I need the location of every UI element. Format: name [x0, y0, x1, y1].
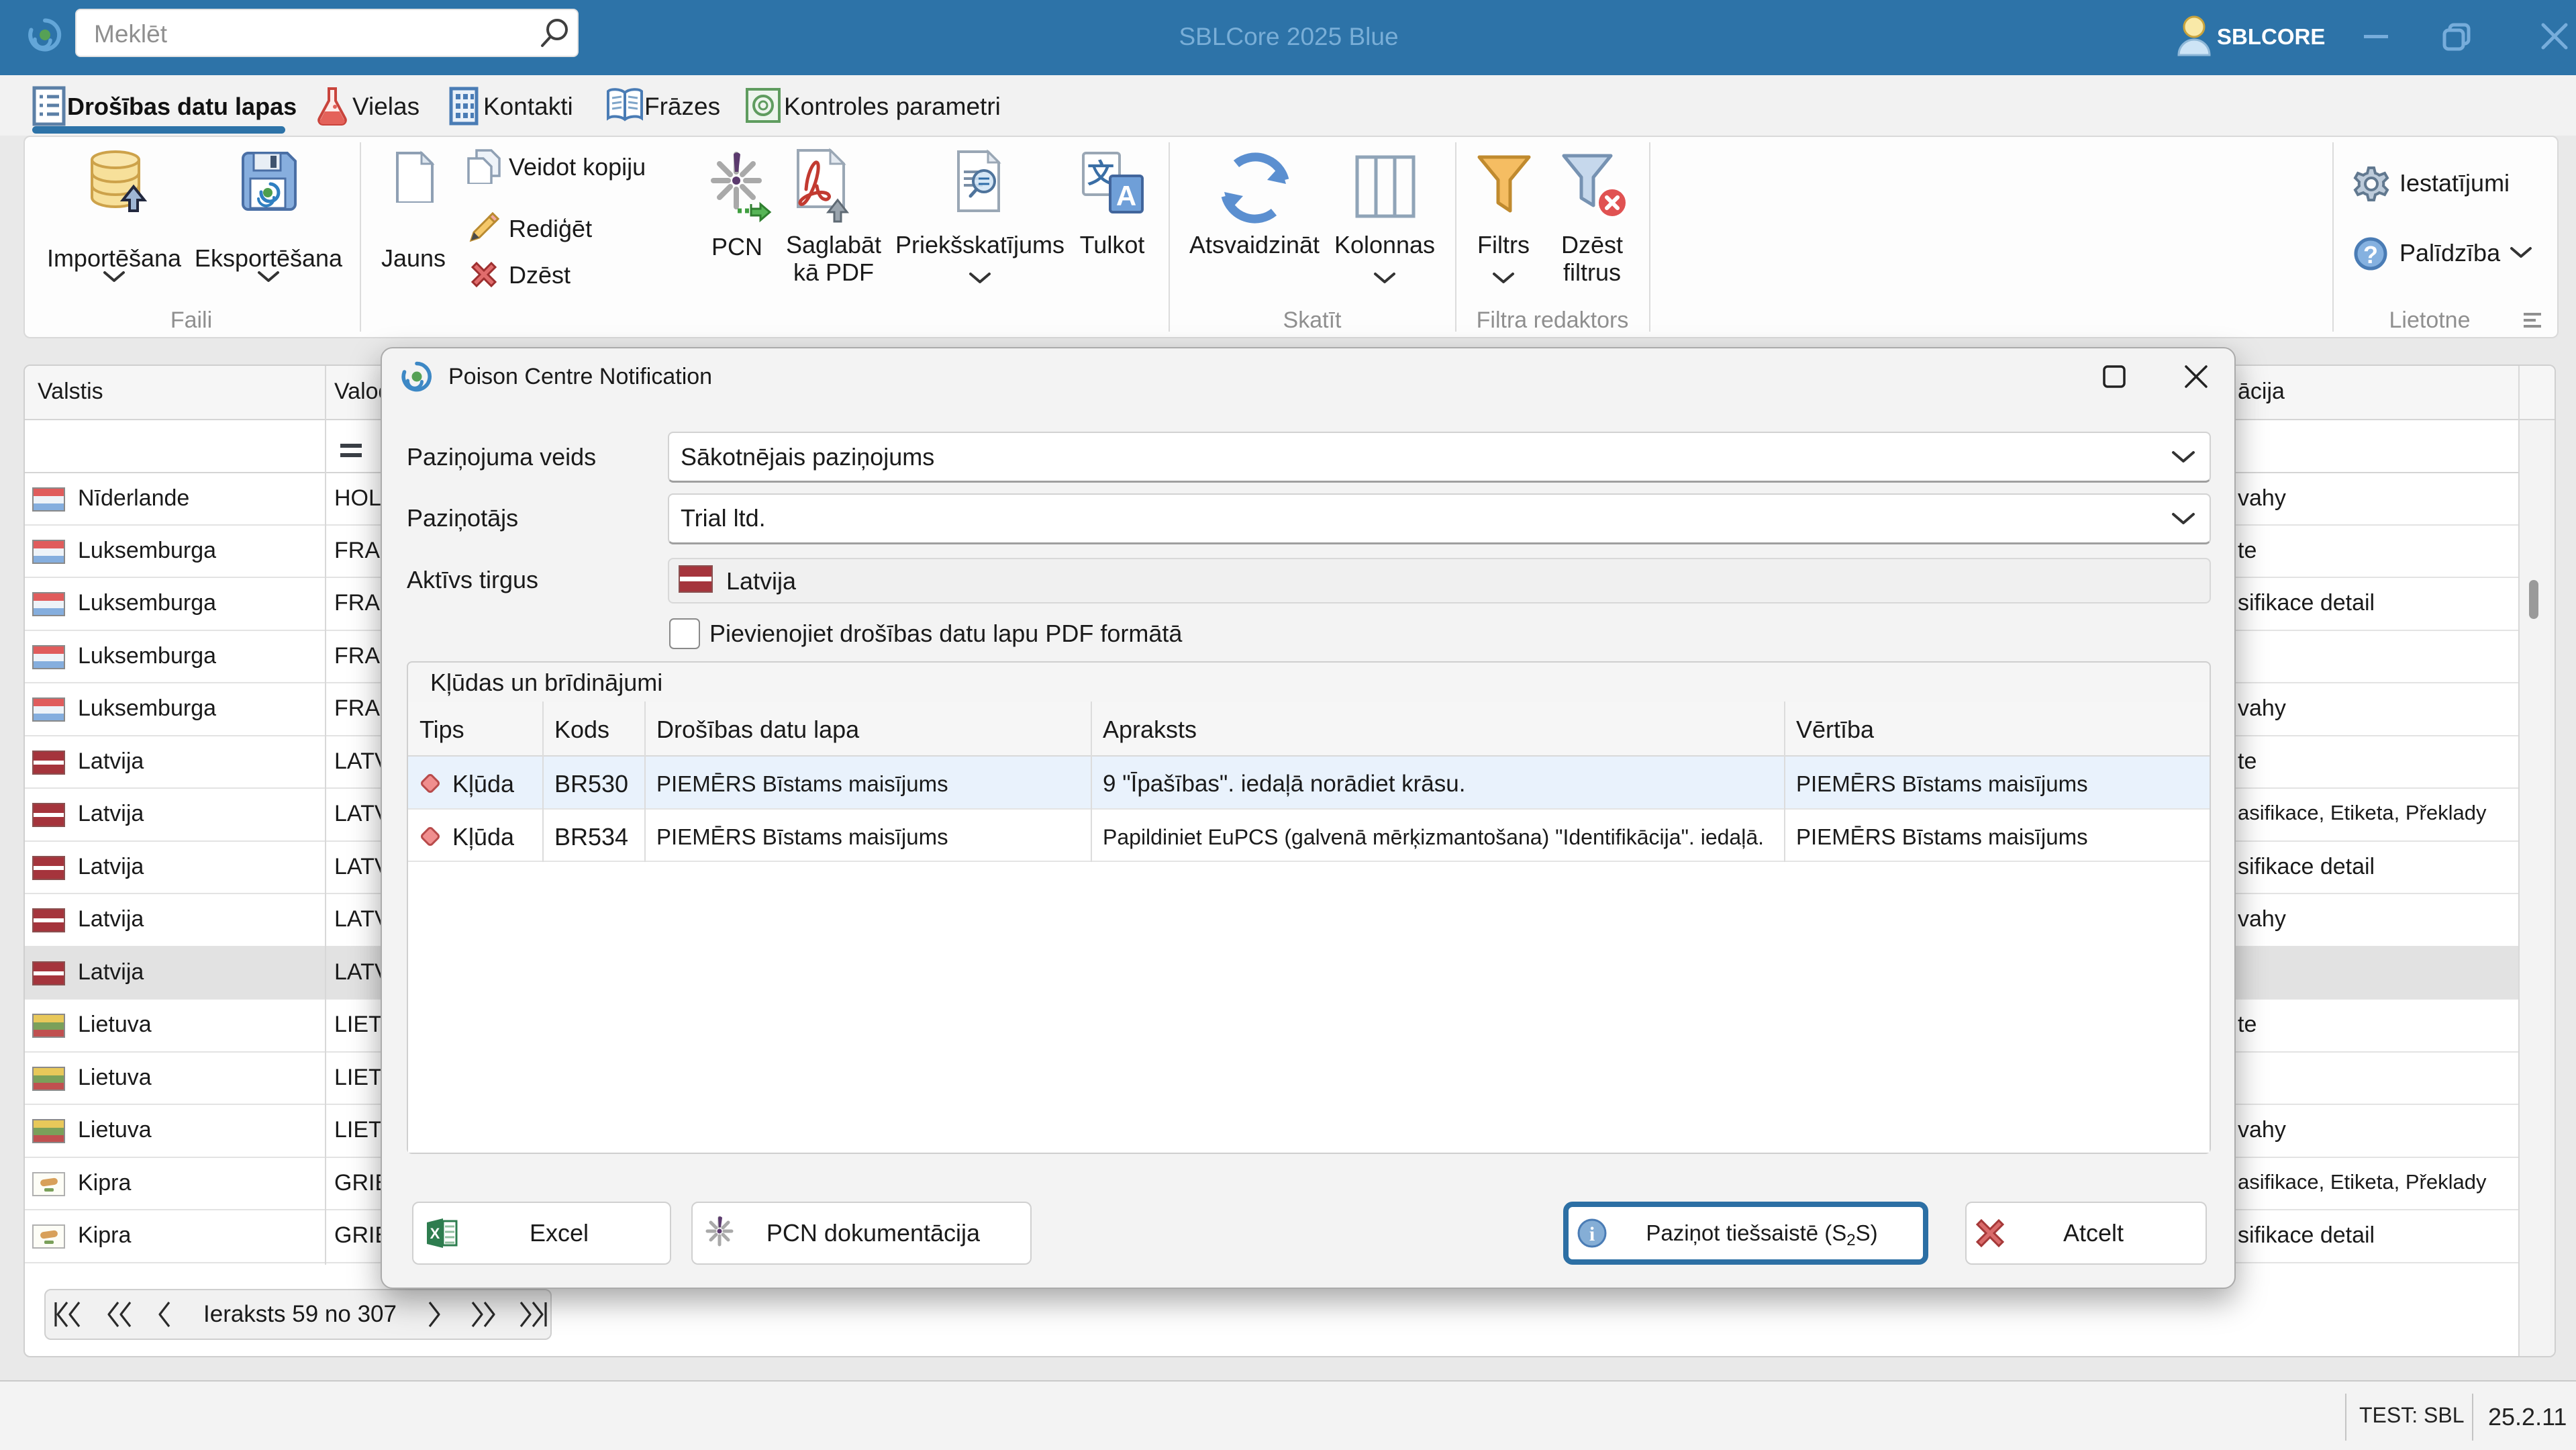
svg-text:A: A	[1116, 180, 1136, 211]
svg-text:X: X	[430, 1225, 440, 1242]
svg-text:?: ?	[2363, 241, 2378, 269]
svg-text:i: i	[1589, 1223, 1595, 1245]
